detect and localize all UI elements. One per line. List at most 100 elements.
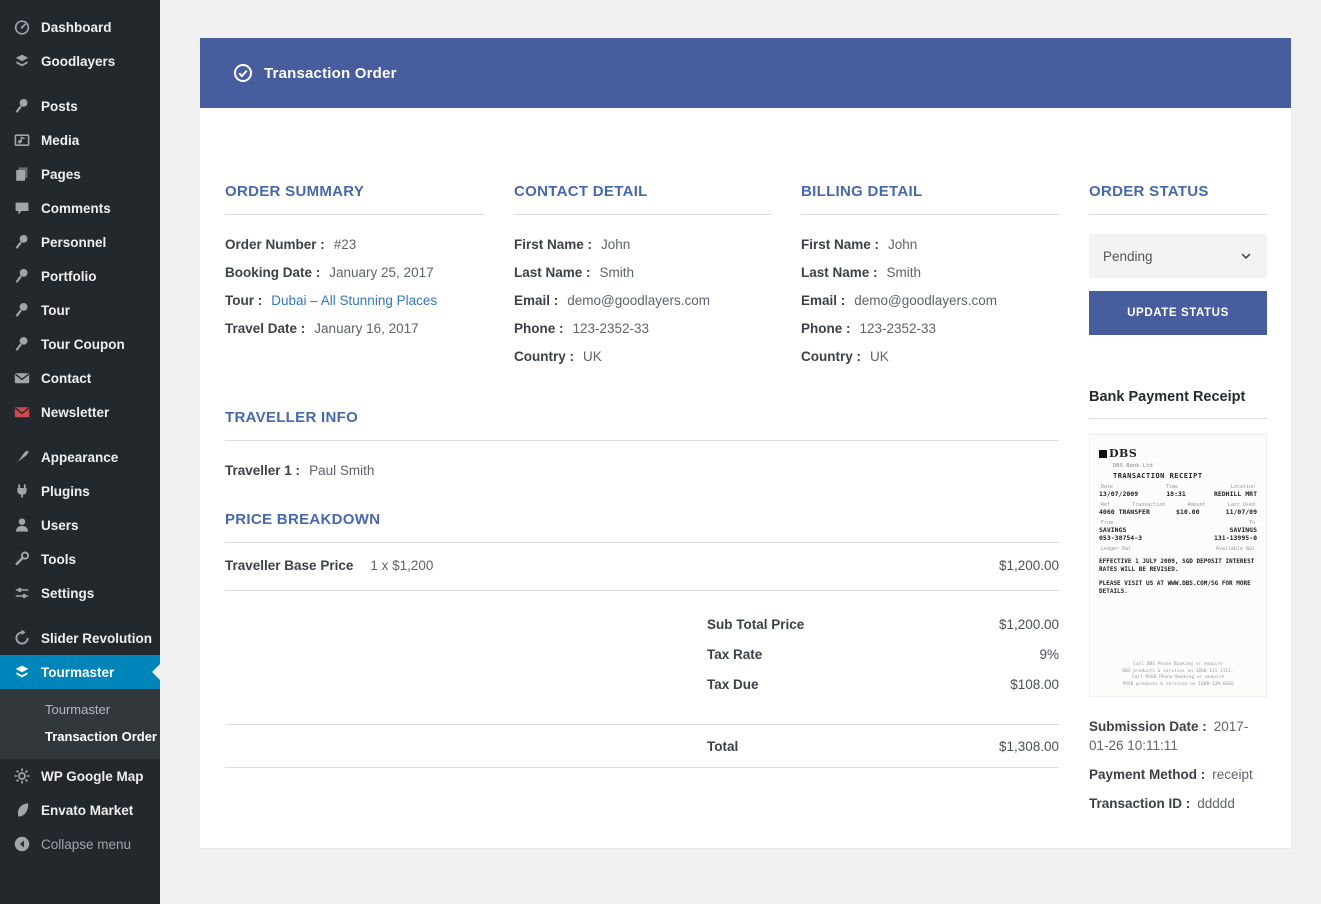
order-status-title: ORDER STATUS	[1089, 183, 1267, 201]
field-label: Country :	[801, 349, 861, 364]
sidebar-item-posts[interactable]: Posts	[0, 89, 160, 123]
page-header: Transaction Order	[200, 38, 1291, 108]
field-value: UK	[870, 349, 889, 364]
sidebar-item-tourmaster[interactable]: Tourmaster	[0, 655, 160, 689]
field-label: Order Number :	[225, 237, 325, 252]
divider	[225, 440, 1059, 441]
field-row: Tour : Dubai – All Stunning Places	[225, 287, 485, 315]
menu-separator	[0, 429, 160, 440]
sidebar-item-personnel[interactable]: Personnel	[0, 225, 160, 259]
receipt-bank-name: DBS Bank Ltd	[1113, 463, 1257, 469]
order-summary-title: ORDER SUMMARY	[225, 183, 485, 201]
field-label: Last Name :	[514, 265, 591, 280]
sidebar-item-label: Tour Coupon	[41, 337, 125, 352]
field-value: John	[888, 237, 917, 252]
receipt-cell: REDHILL MRT	[1214, 490, 1257, 498]
sidebar-item-label: Tour	[41, 303, 70, 318]
sidebar-item-label: Tools	[41, 552, 76, 567]
field-value: Smith	[600, 265, 635, 280]
sidebar-item-contact[interactable]: Contact	[0, 361, 160, 395]
field-row: Country : UK	[801, 343, 1059, 371]
selected-status-value: Pending	[1103, 249, 1153, 264]
field-label: First Name :	[801, 237, 879, 252]
price-summary-row: Tax Due$108.00	[225, 670, 1059, 700]
price-summary-row: Sub Total Price$1,200.00	[225, 610, 1059, 640]
sidebar-item-tour[interactable]: Tour	[0, 293, 160, 327]
sidebar-item-settings[interactable]: Settings	[0, 576, 160, 610]
sidebar-item-label: Contact	[41, 371, 91, 386]
field-row: First Name :John	[514, 231, 772, 259]
payment-meta-fields: Submission Date :2017-01-26 10:11:11Paym…	[1089, 717, 1267, 813]
field-row: Phone :123-2352-33	[801, 315, 1059, 343]
order-summary-section: ORDER SUMMARY Order Number :#23Booking D…	[225, 183, 485, 371]
menu-separator	[0, 610, 160, 621]
divider	[514, 214, 772, 215]
layers-icon	[13, 52, 31, 70]
sidebar-subitem-tourmaster[interactable]: Tourmaster	[0, 696, 160, 723]
menu-separator	[0, 78, 160, 89]
sidebar-item-comments[interactable]: Comments	[0, 191, 160, 225]
sidebar-item-appearance[interactable]: Appearance	[0, 440, 160, 474]
field-row: Transaction ID :ddddd	[1089, 794, 1267, 813]
sidebar-item-portfolio[interactable]: Portfolio	[0, 259, 160, 293]
sidebar-item-label: Newsletter	[41, 405, 109, 420]
field-value-link[interactable]: Dubai – All Stunning Places	[271, 293, 437, 308]
envelope-icon	[13, 403, 31, 421]
receipt-spacer	[1099, 596, 1257, 662]
receipt-value-row: 053-38754-3131-13995-0	[1099, 534, 1257, 542]
summary-amount: $108.00	[1010, 670, 1059, 700]
chevron-down-icon	[1239, 249, 1253, 263]
sidebar-item-pages[interactable]: Pages	[0, 157, 160, 191]
sidebar-item-newsletter[interactable]: Newsletter	[0, 395, 160, 429]
sidebar-item-envato-market[interactable]: Envato Market	[0, 793, 160, 827]
traveller-info-section: TRAVELLER INFO Traveller 1 :Paul Smith	[225, 409, 1059, 485]
contact-detail-fields: First Name :JohnLast Name :SmithEmail :d…	[514, 231, 772, 371]
traveller-info-title: TRAVELLER INFO	[225, 409, 1059, 427]
sidebar-item-tour-coupon[interactable]: Tour Coupon	[0, 327, 160, 361]
pin-icon	[13, 301, 31, 319]
bank-receipt-image[interactable]: DBSDBS Bank LtdTRANSACTION RECEIPTDateTi…	[1089, 434, 1267, 697]
dashboard-icon	[13, 18, 31, 36]
field-value: Paul Smith	[309, 463, 374, 478]
field-value: John	[601, 237, 630, 252]
sidebar-item-media[interactable]: Media	[0, 123, 160, 157]
media-icon	[13, 131, 31, 149]
field-row: Last Name : Smith	[514, 259, 772, 287]
sidebar-item-label: Dashboard	[41, 20, 112, 35]
contact-detail-title: CONTACT DETAIL	[514, 183, 772, 201]
sidebar-item-tools[interactable]: Tools	[0, 542, 160, 576]
field-label: Booking Date :	[225, 265, 320, 280]
sidebar-item-label: Tourmaster	[41, 665, 114, 680]
field-row: Traveller 1 :Paul Smith	[225, 457, 1059, 485]
update-status-button[interactable]: UPDATE STATUS	[1089, 291, 1267, 335]
field-value: UK	[583, 349, 602, 364]
sidebar-item-label: Pages	[41, 167, 81, 182]
sidebar-item-slider-revolution[interactable]: Slider Revolution	[0, 621, 160, 655]
contact-detail-section: CONTACT DETAIL First Name :JohnLast Name…	[514, 183, 772, 371]
plug-icon	[13, 482, 31, 500]
summary-amount: $1,200.00	[999, 610, 1059, 640]
receipt-value-row: SAVINGSSAVINGS	[1099, 526, 1257, 534]
sidebar-item-dashboard[interactable]: Dashboard	[0, 10, 160, 44]
sidebar-item-label: WP Google Map	[41, 769, 144, 784]
sidebar-item-wp-google-map[interactable]: WP Google Map	[0, 759, 160, 793]
billing-detail-fields: First Name :JohnLast Name :SmithEmail :d…	[801, 231, 1059, 371]
field-value: demo@goodlayers.com	[567, 293, 710, 308]
sidebar-item-label: Settings	[41, 586, 94, 601]
order-status-select[interactable]: Pending	[1089, 234, 1267, 278]
field-label: Phone :	[801, 321, 851, 336]
sidebar-item-collapse-menu[interactable]: Collapse menu	[0, 827, 160, 861]
field-label: Tour :	[225, 293, 262, 308]
field-row: Phone :123-2352-33	[514, 315, 772, 343]
user-icon	[13, 516, 31, 534]
sidebar-item-plugins[interactable]: Plugins	[0, 474, 160, 508]
layers-icon	[13, 663, 31, 681]
sidebar-item-users[interactable]: Users	[0, 508, 160, 542]
field-row: Booking Date :January 25, 2017	[225, 259, 485, 287]
dbs-logo-mark	[1099, 450, 1107, 458]
sidebar-item-goodlayers[interactable]: Goodlayers	[0, 44, 160, 78]
receipt-cell: 18:31	[1166, 490, 1186, 498]
pin-icon	[13, 233, 31, 251]
sidebar-subitem-transaction-order[interactable]: Transaction Order	[0, 723, 160, 750]
receipt-cell: 053-38754-3	[1099, 534, 1142, 542]
